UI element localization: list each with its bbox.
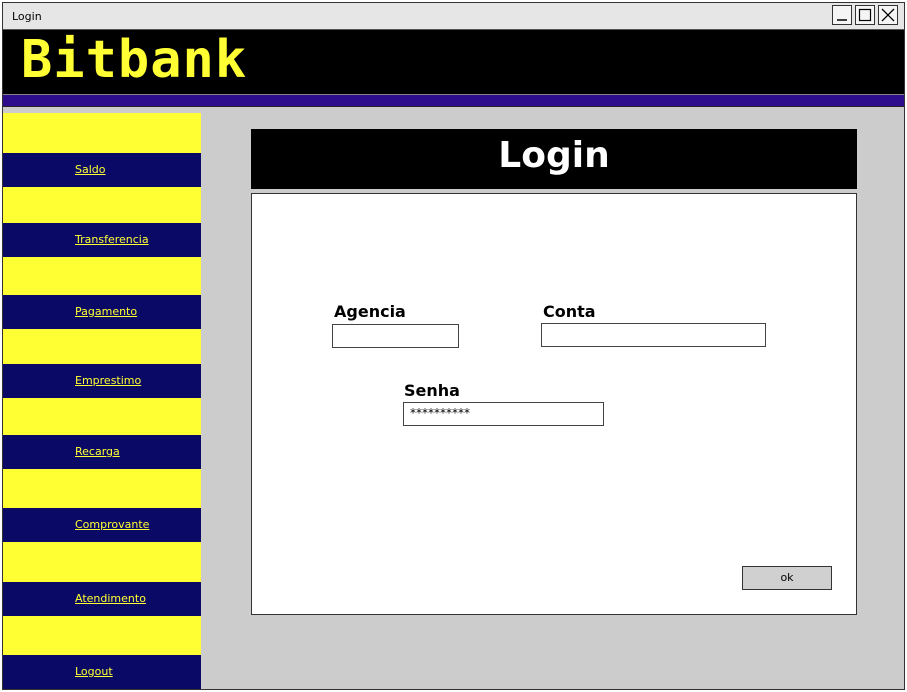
header-divider [3, 94, 904, 107]
maximize-icon [858, 8, 872, 22]
sidebar-item-transferencia[interactable]: Transferencia [3, 223, 201, 257]
sidebar-link-pagamento[interactable]: Pagamento [75, 305, 137, 318]
window-title: Login [12, 10, 42, 23]
senha-input[interactable]: ********** [403, 402, 604, 426]
conta-input[interactable] [541, 323, 766, 347]
sidebar-item-emprestimo[interactable]: Emprestimo [3, 364, 201, 398]
close-icon [881, 8, 895, 22]
sidebar-link-transferencia[interactable]: Transferencia [75, 233, 149, 246]
conta-label: Conta [543, 302, 596, 321]
app-window: Login Bitbank Saldo Transferencia Pagame… [2, 2, 905, 690]
sidebar-link-emprestimo[interactable]: Emprestimo [75, 374, 141, 387]
sidebar-link-logout[interactable]: Logout [75, 665, 113, 678]
sidebar-item-recarga[interactable]: Recarga [3, 435, 201, 469]
title-bar: Login [3, 3, 904, 30]
content-header: Login [251, 129, 857, 189]
agencia-label: Agencia [334, 302, 406, 321]
sidebar-link-atendimento[interactable]: Atendimento [75, 592, 146, 605]
sidebar-link-comprovante[interactable]: Comprovante [75, 518, 149, 531]
sidebar-item-logout[interactable]: Logout [3, 655, 201, 689]
sidebar-link-recarga[interactable]: Recarga [75, 445, 120, 458]
minimize-icon [837, 19, 847, 21]
sidebar-link-saldo[interactable]: Saldo [75, 163, 106, 176]
sidebar-item-atendimento[interactable]: Atendimento [3, 582, 201, 616]
brand-logo: Bitbank [21, 30, 248, 90]
login-form-panel: Agencia Conta Senha ********** ok [251, 193, 857, 615]
agencia-input[interactable] [332, 324, 459, 348]
close-button[interactable] [878, 5, 898, 25]
sidebar-item-comprovante[interactable]: Comprovante [3, 508, 201, 542]
sidebar-item-pagamento[interactable]: Pagamento [3, 295, 201, 329]
ok-button[interactable]: ok [742, 566, 832, 590]
sidebar: Saldo Transferencia Pagamento Emprestimo… [3, 113, 201, 689]
senha-label: Senha [404, 381, 460, 400]
sidebar-item-saldo[interactable]: Saldo [3, 153, 201, 187]
maximize-button[interactable] [855, 5, 875, 25]
page-title: Login [498, 135, 610, 176]
header-banner: Bitbank [3, 30, 904, 94]
minimize-button[interactable] [832, 5, 852, 25]
